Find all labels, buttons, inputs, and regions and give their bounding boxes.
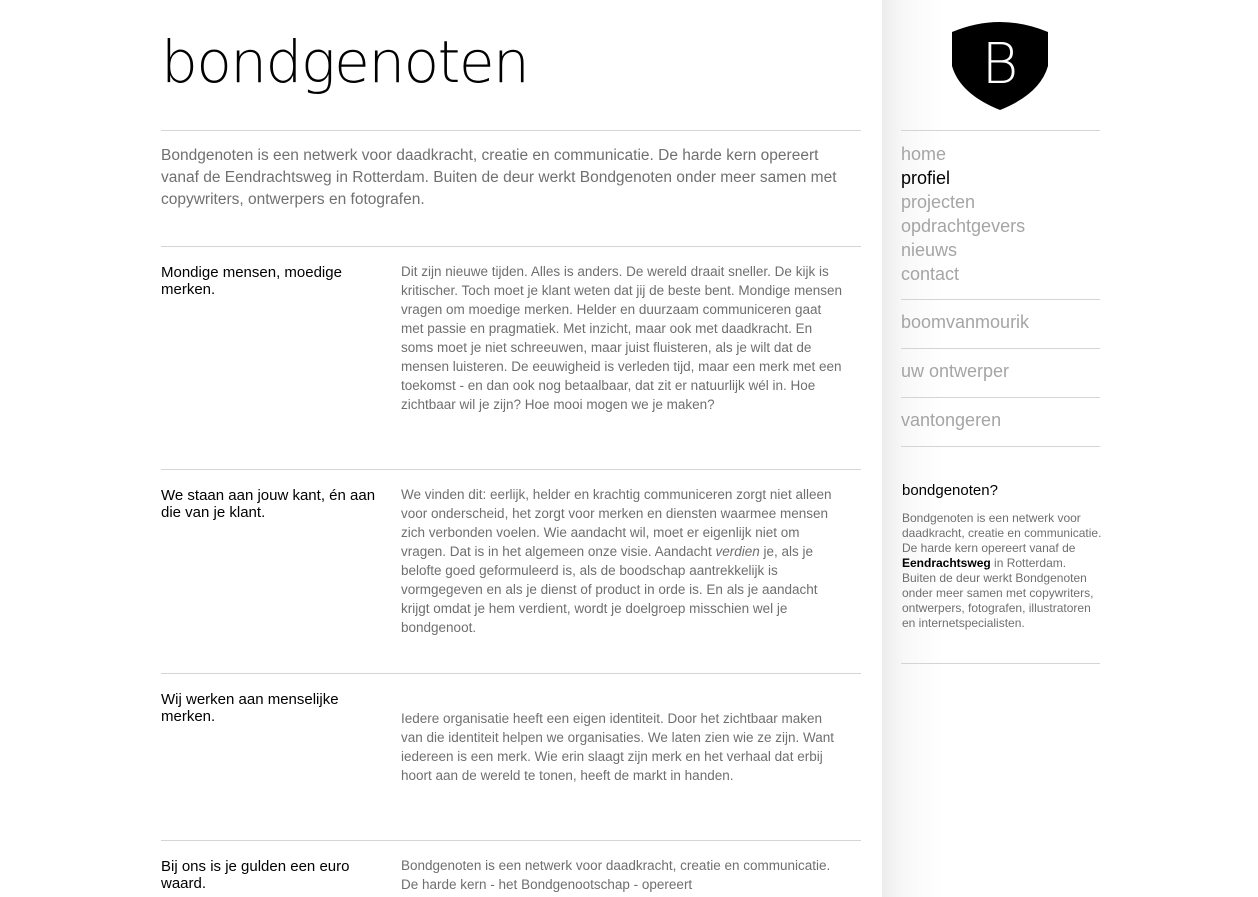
section-heading: Bij ons is je gulden een euro waard. <box>161 858 350 892</box>
link-uw-ontwerper[interactable]: uw ontwerper <box>901 359 1009 383</box>
main-nav: home profiel projecten opdrachtgevers ni… <box>901 142 1025 286</box>
divider <box>161 469 861 470</box>
about-text-part: Buiten de deur werkt Bondgenoten onder m… <box>902 571 1094 630</box>
nav-item-home[interactable]: home <box>901 142 1025 166</box>
section-body: Dit zijn nieuwe tijden. Alles is anders.… <box>401 264 842 412</box>
nav-item-contact[interactable]: contact <box>901 262 1025 286</box>
section-body: Bondgenoten is een netwerk voor daadkrac… <box>401 858 831 892</box>
divider <box>901 663 1100 664</box>
section-heading: Mondige mensen, moedige merken. <box>161 264 342 298</box>
divider <box>901 130 1100 131</box>
site-title[interactable]: bondgenoten <box>161 26 530 98</box>
intro-text: Bondgenoten is een netwerk voor daadkrac… <box>161 147 837 208</box>
link-vantongeren[interactable]: vantongeren <box>901 408 1001 432</box>
about-text: Bondgenoten is een netwerk voor daadkrac… <box>902 511 1102 631</box>
about-text-bold: Eendrachtsweg <box>902 556 991 570</box>
sidebar-background <box>882 0 1258 897</box>
section-heading: We staan aan jouw kant, én aan die van j… <box>161 487 376 521</box>
link-boomvanmourik[interactable]: boomvanmourik <box>901 310 1029 334</box>
nav-item-nieuws[interactable]: nieuws <box>901 238 1025 262</box>
section-heading: Wij werken aan menselijke merken. <box>161 691 339 725</box>
section-body: We vinden dit: eerlijk, helder en kracht… <box>401 485 846 637</box>
section-body-emphasis: verdien <box>715 544 760 559</box>
divider <box>901 397 1100 398</box>
divider <box>161 673 861 674</box>
divider <box>901 446 1100 447</box>
nav-item-profiel[interactable]: profiel <box>901 166 1025 190</box>
divider <box>161 130 861 131</box>
section-body: Iedere organisatie heeft een eigen ident… <box>401 711 834 783</box>
nav-item-projecten[interactable]: projecten <box>901 190 1025 214</box>
about-text-part: in Rotterdam. <box>990 556 1067 570</box>
about-title: bondgenoten? <box>902 482 998 499</box>
about-text-part: Bondgenoten is een netwerk voor daadkrac… <box>902 511 1102 555</box>
logo-letter: B <box>982 32 1019 97</box>
divider <box>161 246 861 247</box>
divider <box>161 840 861 841</box>
divider <box>901 348 1100 349</box>
divider <box>901 299 1100 300</box>
nav-item-opdrachtgevers[interactable]: opdrachtgevers <box>901 214 1025 238</box>
shield-logo-icon[interactable]: B <box>950 18 1050 111</box>
